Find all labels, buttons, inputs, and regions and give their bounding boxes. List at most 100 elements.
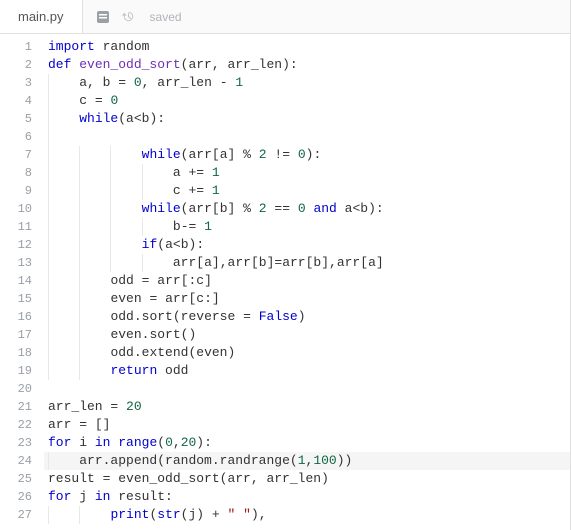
token-par: ( — [157, 237, 165, 252]
indent-guide — [79, 182, 80, 200]
code-line[interactable]: def even_odd_sort(arr, arr_len): — [44, 56, 570, 74]
token-par: ] — [212, 291, 220, 306]
token-builtin: str — [157, 507, 180, 522]
file-tab-label: main.py — [18, 9, 64, 24]
token-num: 1 — [212, 183, 220, 198]
token-builtin: print — [110, 507, 149, 522]
code-line[interactable]: for j in result: — [44, 488, 570, 506]
token-op: == — [274, 201, 290, 216]
indent-guide — [79, 218, 80, 236]
code-line[interactable]: even.sort() — [44, 326, 570, 344]
token-op: % — [243, 147, 251, 162]
token-op: + — [212, 507, 220, 522]
token-op: < — [134, 111, 142, 126]
code-line[interactable]: arr_len = 20 — [44, 398, 570, 416]
indent-guide — [110, 236, 111, 254]
token-num: 20 — [126, 399, 142, 414]
indent-guide — [79, 290, 80, 308]
code-line[interactable]: if(a<b): — [44, 236, 570, 254]
code-line[interactable]: while(a<b): — [44, 110, 570, 128]
code-content[interactable]: import randomdef even_odd_sort(arr, arr_… — [44, 38, 570, 530]
line-number: 2 — [0, 56, 32, 74]
token-par: [ — [251, 255, 259, 270]
token-num: 1 — [235, 75, 243, 90]
indent-guide — [142, 254, 143, 272]
token-op: = — [149, 291, 157, 306]
token-num: 100 — [313, 453, 336, 468]
token-par: ] — [212, 255, 220, 270]
code-line[interactable]: arr = [] — [44, 416, 570, 434]
indent-guide — [48, 308, 49, 326]
code-line[interactable]: result = even_odd_sort(arr, arr_len) — [44, 470, 570, 488]
token-kw: def — [48, 57, 71, 72]
token-par: ( — [157, 453, 165, 468]
token-par: ) — [321, 471, 329, 486]
line-number: 25 — [0, 470, 32, 488]
token-par: ] — [228, 201, 236, 216]
token-num: 1 — [212, 165, 220, 180]
token-op: - — [220, 75, 228, 90]
code-line[interactable]: even = arr[c:] — [44, 290, 570, 308]
code-line[interactable]: arr.append(random.randrange(1,100)) — [44, 452, 570, 470]
token-num: 0 — [110, 93, 118, 108]
indent-guide — [79, 146, 80, 164]
indent-guide — [79, 506, 80, 524]
line-number: 8 — [0, 164, 32, 182]
code-line[interactable]: c = 0 — [44, 92, 570, 110]
token-par: [] — [95, 417, 111, 432]
indent-guide — [48, 344, 49, 362]
indent-guide — [79, 326, 80, 344]
code-line[interactable]: a += 1 — [44, 164, 570, 182]
indent-guide — [142, 164, 143, 182]
token-num: 0 — [165, 435, 173, 450]
token-kw: for — [48, 435, 71, 450]
layout-icon[interactable] — [95, 9, 111, 25]
file-tab[interactable]: main.py — [0, 0, 83, 33]
indent-guide — [110, 182, 111, 200]
indent-guide — [142, 182, 143, 200]
code-line[interactable]: import random — [44, 38, 570, 56]
token-par: ] — [321, 255, 329, 270]
token-par: () — [181, 327, 197, 342]
line-number: 22 — [0, 416, 32, 434]
line-number: 23 — [0, 434, 32, 452]
token-op: < — [352, 201, 360, 216]
code-line[interactable]: odd.sort(reverse = False) — [44, 308, 570, 326]
code-line[interactable]: return odd — [44, 362, 570, 380]
code-line[interactable]: odd = arr[:c] — [44, 272, 570, 290]
code-line[interactable]: odd.extend(even) — [44, 344, 570, 362]
code-line[interactable]: arr[a],arr[b]=arr[b],arr[a] — [44, 254, 570, 272]
token-par: ) — [196, 507, 204, 522]
indent-guide — [110, 164, 111, 182]
line-number: 1 — [0, 38, 32, 56]
token-par: ( — [188, 345, 196, 360]
code-line[interactable]: for i in range(0,20): — [44, 434, 570, 452]
code-line[interactable]: while(arr[b] % 2 == 0 and a<b): — [44, 200, 570, 218]
indent-guide — [48, 236, 49, 254]
indent-guide — [79, 308, 80, 326]
token-num: 0 — [134, 75, 142, 90]
token-par: ] — [228, 147, 236, 162]
line-number: 19 — [0, 362, 32, 380]
indent-guide — [110, 254, 111, 272]
token-str: " " — [228, 507, 251, 522]
tab-bar: main.py saved — [0, 0, 570, 34]
code-line[interactable]: b-= 1 — [44, 218, 570, 236]
code-line[interactable] — [44, 380, 570, 398]
code-area[interactable]: 1234567891011121314151617181920212223242… — [0, 34, 570, 530]
code-line[interactable]: print(str(j) + " "), — [44, 506, 570, 524]
line-number: 14 — [0, 272, 32, 290]
code-line[interactable] — [44, 128, 570, 146]
code-line[interactable]: a, b = 0, arr_len - 1 — [44, 74, 570, 92]
code-line[interactable]: while(arr[a] % 2 != 0): — [44, 146, 570, 164]
token-kw: False — [259, 309, 298, 324]
token-op: += — [188, 165, 204, 180]
indent-guide — [79, 200, 80, 218]
line-number: 16 — [0, 308, 32, 326]
token-kw: for — [48, 489, 71, 504]
token-op: = — [118, 75, 126, 90]
history-icon[interactable] — [121, 9, 136, 24]
token-par: ( — [157, 435, 165, 450]
code-line[interactable]: c += 1 — [44, 182, 570, 200]
token-par: ) — [227, 345, 235, 360]
